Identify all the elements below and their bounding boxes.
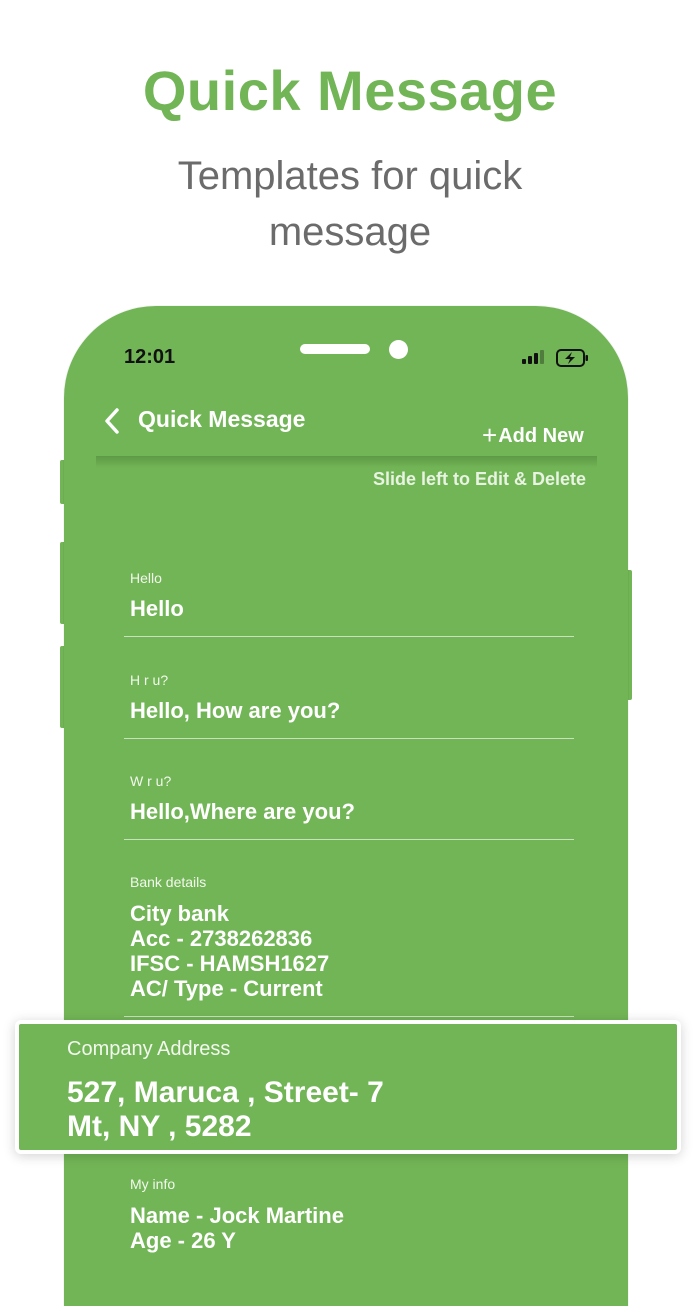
back-chevron-icon[interactable] [100,406,126,436]
message-title: Bank details [130,874,207,890]
front-camera [389,340,408,359]
divider [124,839,574,840]
status-time: 12:01 [124,346,176,368]
message-title: Company Address [67,1038,231,1060]
swipe-hint: Slide left to Edit & Delete [372,469,586,489]
message-text: Hello [130,596,184,621]
add-new-button[interactable]: +Add New [482,420,584,451]
divider [124,1016,574,1017]
message-title: H r u? [130,672,169,688]
message-title: W r u? [130,773,172,789]
promo-subline: Templates for quick message [177,154,523,254]
message-text: 527, Maruca , Street- 7 Mt, NY , 5282 [67,1076,384,1143]
highlighted-list-item[interactable]: Company Address 527, Maruca , Street- 7 … [15,1020,681,1154]
message-text: Hello, How are you? [130,698,341,723]
message-text: Hello,Where are you? [130,799,355,824]
battery-charging-icon [556,349,590,367]
add-new-label: Add New [498,425,584,447]
cellular-signal-icon [522,350,546,364]
list-item[interactable]: H r u? Hello, How are you? [124,668,574,740]
divider [124,738,574,739]
list-item[interactable]: Bank details City bank Acc - 2738262836 … [124,870,574,1018]
speaker-grille [300,344,370,354]
promo-headline: Quick Message [142,59,558,122]
plus-icon: + [482,420,498,450]
message-title: Hello [130,570,162,586]
list-item[interactable]: W r u? Hello,Where are you? [124,769,574,841]
message-title: My info [130,1176,176,1192]
divider [124,636,574,637]
nav-bar-shadow [96,456,597,468]
list-item[interactable]: Hello Hello [124,566,574,638]
list-item[interactable]: My info Name - Jock Martine Age - 26 Y [124,1172,574,1253]
message-text: City bank Acc - 2738262836 IFSC - HAMSH1… [130,901,330,1001]
message-text: Name - Jock Martine Age - 26 Y [130,1203,344,1253]
nav-title: Quick Message [138,406,306,432]
